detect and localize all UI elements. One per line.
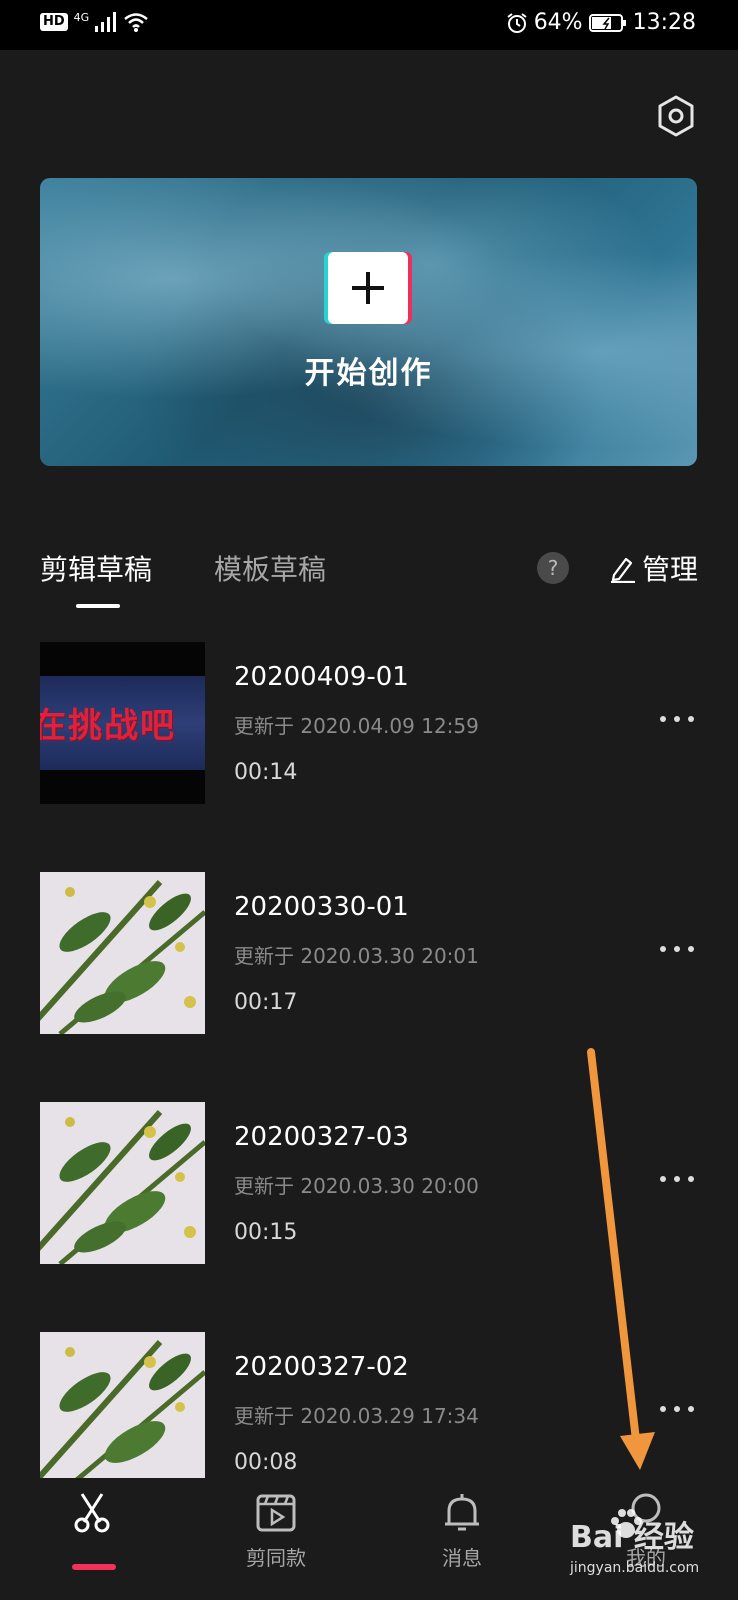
- draft-title: 20200327-02: [234, 1352, 409, 1382]
- draft-updated-time: 更新于 2020.03.30 20:01: [234, 944, 479, 968]
- more-options-icon[interactable]: [654, 934, 700, 964]
- more-options-icon[interactable]: [654, 1394, 700, 1424]
- draft-title: 20200327-03: [234, 1122, 409, 1152]
- baidu-watermark: Bai 经验 jingyan.baidu.com: [566, 1500, 716, 1586]
- hd-badge: HD: [40, 13, 68, 31]
- active-tab-indicator: [72, 1564, 116, 1570]
- draft-thumbnail: [40, 1332, 205, 1478]
- tab-edit-drafts[interactable]: 剪辑草稿: [40, 548, 152, 588]
- draft-item[interactable]: 20200327-02 更新于 2020.03.29 17:34 00:08: [40, 1332, 700, 1478]
- start-creating-banner[interactable]: 开始创作: [40, 178, 697, 466]
- draft-duration: 00:08: [234, 1450, 298, 1475]
- template-video-icon: [256, 1494, 296, 1532]
- battery-percent: 64%: [533, 10, 583, 35]
- signal-icon: [95, 12, 117, 32]
- draft-thumbnail: [40, 1102, 205, 1264]
- tab-edit[interactable]: [42, 1480, 142, 1570]
- draft-title: 20200330-01: [234, 892, 409, 922]
- clock: 13:28: [632, 10, 696, 35]
- watermark-url: jingyan.baidu.com: [570, 1560, 700, 1576]
- tab-templates-label: 剪同款: [246, 1546, 306, 1570]
- tab-active-indicator: [76, 604, 120, 608]
- watermark-text: Bai 经验: [570, 1520, 694, 1555]
- manage-label: 管理: [641, 553, 698, 586]
- settings-hexagon-icon: [658, 95, 694, 137]
- thumbnail-caption: 在挑战吧: [40, 706, 176, 746]
- draft-duration: 00:14: [234, 760, 298, 785]
- draft-updated-time: 更新于 2020.03.30 20:00: [234, 1174, 479, 1198]
- more-options-icon[interactable]: [654, 1164, 700, 1194]
- draft-updated-time: 更新于 2020.03.29 17:34: [234, 1404, 479, 1428]
- draft-item[interactable]: 20200327-03 更新于 2020.03.30 20:00 00:15: [40, 1102, 700, 1264]
- scissors-icon: [74, 1493, 110, 1533]
- draft-thumbnail: 在挑战吧: [40, 642, 205, 804]
- plus-icon: [328, 252, 408, 324]
- draft-item[interactable]: 在挑战吧 20200409-01 更新于 2020.04.09 12:59 00…: [40, 642, 700, 804]
- wifi-icon: [124, 13, 148, 32]
- tab-messages[interactable]: 消息: [412, 1480, 512, 1571]
- battery-icon: [588, 13, 626, 32]
- tab-messages-label: 消息: [442, 1546, 482, 1570]
- help-icon[interactable]: ?: [537, 552, 569, 584]
- draft-updated-time: 更新于 2020.04.09 12:59: [234, 714, 479, 738]
- draft-duration: 00:17: [234, 990, 298, 1015]
- settings-button[interactable]: [656, 94, 696, 138]
- manage-button[interactable]: 管理: [608, 548, 698, 588]
- banner-title: 开始创作: [304, 356, 433, 391]
- more-options-icon[interactable]: [654, 704, 700, 734]
- draft-duration: 00:15: [234, 1220, 298, 1245]
- status-bar: HD 4G 64% 13:28: [0, 0, 738, 50]
- draft-item[interactable]: 20200330-01 更新于 2020.03.30 20:01 00:17: [40, 872, 700, 1034]
- network-label: 4G: [73, 10, 90, 24]
- bell-icon: [445, 1494, 479, 1531]
- draft-title: 20200409-01: [234, 662, 409, 692]
- alarm-icon: [507, 12, 527, 33]
- tab-template-drafts[interactable]: 模板草稿: [214, 548, 326, 588]
- draft-thumbnail: [40, 872, 205, 1034]
- tab-templates[interactable]: 剪同款: [226, 1480, 326, 1571]
- draft-tabs: 剪辑草稿 模板草稿 ? 管理: [40, 548, 698, 612]
- edit-pencil-icon: [610, 557, 635, 583]
